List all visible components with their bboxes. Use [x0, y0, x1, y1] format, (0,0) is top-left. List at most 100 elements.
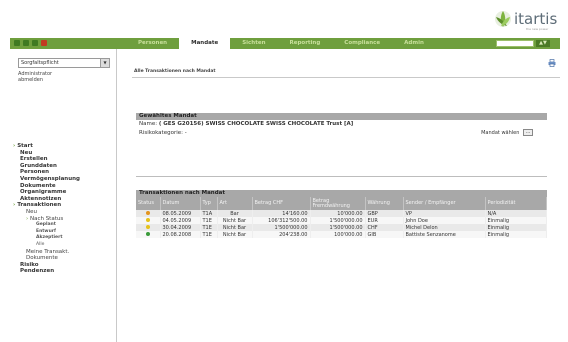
nav-icon-group	[14, 40, 47, 46]
col-status[interactable]: Status	[136, 197, 161, 210]
period-cell: Einmalig	[485, 217, 547, 224]
search-input[interactable]	[496, 40, 534, 47]
sidebar-item-aktennotizen[interactable]: Aktennotizen	[12, 196, 80, 203]
risk-category-value: -	[184, 130, 187, 136]
sidebar-item-start[interactable]: Start	[12, 143, 80, 150]
sidebar-item-grunddaten[interactable]: Grunddaten	[12, 163, 80, 170]
amount-fx-cell: 1'500'000.00	[310, 224, 366, 231]
sidebar: Sorgfaltspflicht ▼ Administrator abmelde…	[10, 49, 117, 342]
period-cell: Einmalig	[485, 231, 547, 238]
currency-cell: CHF	[365, 224, 404, 231]
status-cell	[136, 231, 161, 238]
date-cell: 20.08.2008	[160, 231, 201, 238]
risk-category-label: Risikokategorie:	[139, 130, 183, 136]
table-header-row: Status Datum Typ Art Betrag CHF Betrag F…	[136, 197, 547, 210]
status-yellow-icon	[145, 224, 150, 229]
table-row[interactable]: 20.08.2008 T1E Nicht Bar 204'238.00 100'…	[136, 231, 547, 238]
type-cell: T1E	[200, 217, 218, 224]
col-betrag-fremdwaehrung[interactable]: Betrag Fremdwährung	[310, 197, 366, 210]
date-cell: 04.05.2009	[160, 217, 201, 224]
col-datum[interactable]: Datum	[160, 197, 201, 210]
search-button[interactable]: ▲▼	[536, 40, 550, 47]
status-cell	[136, 224, 161, 231]
sidebar-item-alle[interactable]: Alle	[12, 242, 80, 249]
col-periodizitaet[interactable]: Periodizität	[485, 197, 547, 210]
forward-icon[interactable]	[32, 40, 38, 46]
sidebar-item-geplant[interactable]: Geplant	[12, 222, 80, 229]
section-divider	[136, 176, 547, 177]
type-cell: T1E	[200, 231, 218, 238]
amount-fx-cell: 100'000.00	[310, 231, 366, 238]
sidebar-item-vermoegensplanung[interactable]: Vermögensplanung	[12, 176, 80, 183]
print-icon[interactable]	[548, 59, 556, 67]
choose-mandate-button[interactable]: ...	[523, 129, 533, 136]
col-art[interactable]: Art	[217, 197, 253, 210]
sidebar-item-transaktionen-neu[interactable]: Neu	[12, 209, 80, 216]
table-row[interactable]: 30.04.2009 T1E Nicht Bar 1'500'000.00 1'…	[136, 224, 547, 231]
date-cell: 30.04.2009	[160, 224, 201, 231]
tab-admin[interactable]: Admin	[392, 38, 436, 49]
chevron-down-icon[interactable]: ▼	[100, 59, 109, 67]
sidebar-item-dokumente[interactable]: Dokumente	[12, 183, 80, 190]
mandate-name-value: ( GES G20156) SWISS CHOCOLATE SWISS CHOC…	[158, 121, 354, 127]
sidebar-item-organigramme[interactable]: Organigramme	[12, 189, 80, 196]
sidebar-item-neu[interactable]: Neu	[12, 150, 80, 157]
transactions-panel: Transaktionen nach Mandat Status Datum T…	[136, 190, 547, 238]
tab-personen[interactable]: Personen	[126, 38, 179, 49]
amount-chf-cell: 106'312'500.00	[252, 217, 311, 224]
itartis-logo: itartis the new power	[492, 6, 557, 32]
sidebar-item-pendenzen[interactable]: Pendenzen	[12, 268, 80, 275]
logo-tagline: the new power	[526, 27, 549, 31]
col-waehrung[interactable]: Währung	[365, 197, 404, 210]
party-cell: Michel Delon	[403, 224, 486, 231]
back-icon[interactable]	[23, 40, 29, 46]
page-title: Alle Transaktionen nach Mandat	[134, 69, 216, 74]
mandate-name-label: Name:	[139, 121, 158, 127]
main-content: Alle Transaktionen nach Mandat Gewähltes…	[124, 49, 560, 342]
amount-chf-cell: 14'160.00	[252, 210, 311, 217]
logout-link[interactable]: abmelden	[18, 77, 52, 83]
table-row[interactable]: 08.05.2009 T1A Bar 14'160.00 10'000.00 G…	[136, 210, 547, 217]
transactions-table: Status Datum Typ Art Betrag CHF Betrag F…	[136, 197, 547, 238]
choose-mandate-control: Mandat wählen ...	[481, 129, 533, 138]
party-cell: Battiste Senzanome	[403, 231, 486, 238]
view-select[interactable]: Sorgfaltspflicht ▼	[18, 58, 110, 68]
logo-flower-icon	[495, 11, 511, 27]
col-typ[interactable]: Typ	[200, 197, 218, 210]
tab-compliance[interactable]: Compliance	[332, 38, 392, 49]
date-cell: 08.05.2009	[160, 210, 201, 217]
type-cell: T1A	[200, 210, 218, 217]
sidebar-item-meine-transakt[interactable]: Meine Transakt.	[12, 249, 80, 256]
status-yellow-icon	[145, 217, 150, 222]
col-sender-empfaenger[interactable]: Sender / Empfänger	[403, 197, 486, 210]
sidebar-item-akzeptiert[interactable]: Akzeptiert	[12, 235, 80, 242]
title-divider	[132, 77, 560, 78]
selected-mandate-panel: Gewähltes Mandat Name: ( GES G20156) SWI…	[136, 113, 547, 138]
art-cell: Nicht Bar	[217, 217, 253, 224]
tab-mandate[interactable]: Mandate	[179, 38, 231, 49]
sidebar-item-erstellen[interactable]: Erstellen	[12, 156, 80, 163]
tab-reporting[interactable]: Reporting	[278, 38, 333, 49]
currency-cell: GBP	[365, 210, 404, 217]
status-cell	[136, 217, 161, 224]
user-info: Administrator abmelden	[18, 71, 52, 83]
sidebar-item-risiko[interactable]: Risiko	[12, 262, 80, 269]
amount-chf-cell: 1'500'000.00	[252, 224, 311, 231]
sidebar-item-personen[interactable]: Personen	[12, 169, 80, 176]
table-row[interactable]: 04.05.2009 T1E Nicht Bar 106'312'500.00 …	[136, 217, 547, 224]
type-cell: T1E	[200, 224, 218, 231]
tab-sichten[interactable]: Sichten	[230, 38, 277, 49]
sidebar-item-transaktionen[interactable]: Transaktionen	[12, 202, 80, 209]
risk-category-row: Risikokategorie: - Mandat wählen ...	[136, 129, 547, 138]
view-select-value: Sorgfaltspflicht	[21, 60, 59, 66]
col-betrag-chf[interactable]: Betrag CHF	[252, 197, 311, 210]
selected-mandate-header: Gewähltes Mandat	[136, 113, 547, 120]
party-cell: John Doe	[403, 217, 486, 224]
main-tabs: Personen Mandate Sichten Reporting Compl…	[126, 38, 436, 49]
close-icon[interactable]	[41, 40, 47, 46]
amount-chf-cell: 204'238.00	[252, 231, 311, 238]
sidebar-item-transaktionen-dokumente[interactable]: Dokumente	[12, 255, 80, 262]
art-cell: Nicht Bar	[217, 231, 253, 238]
home-icon[interactable]	[14, 40, 20, 46]
amount-fx-cell: 10'000.00	[310, 210, 366, 217]
